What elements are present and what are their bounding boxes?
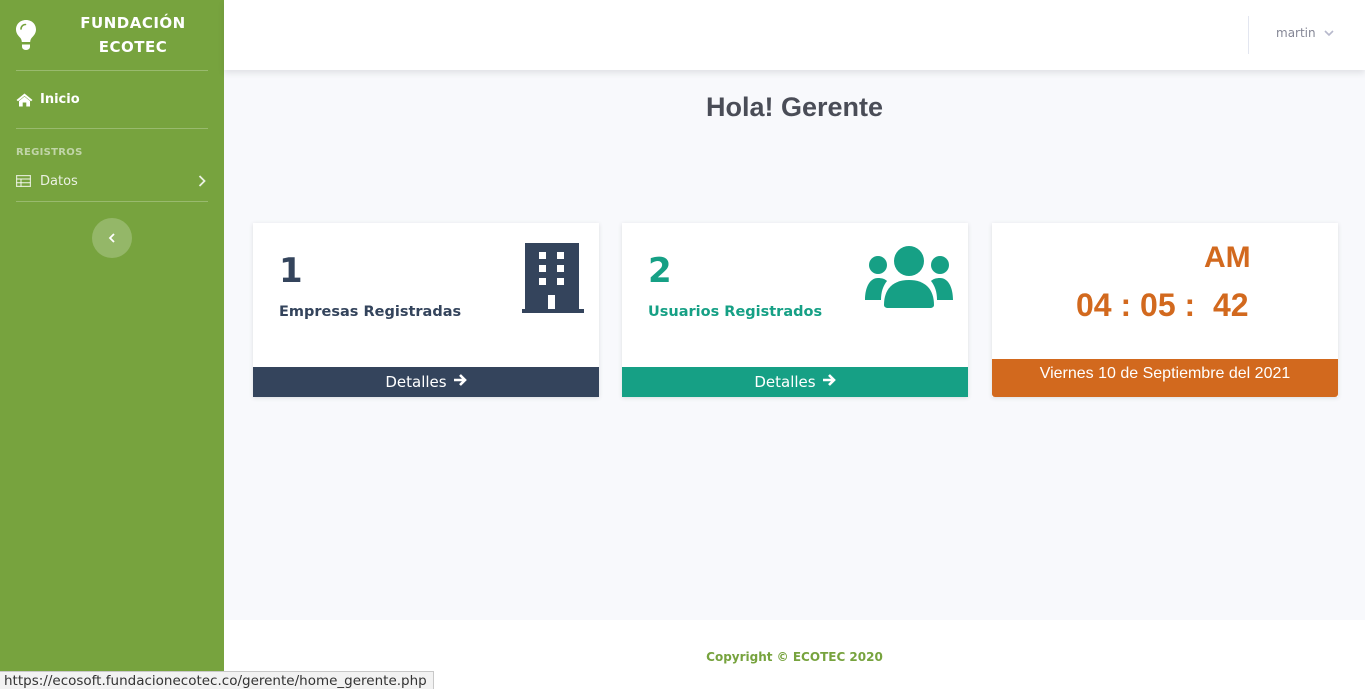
page-title: Hola! Gerente [705,92,884,122]
sidebar-item-label: Datos [40,173,78,189]
brand-line-2: ECOTEC [98,38,168,56]
usuarios-count: 2 [648,251,672,291]
sidebar-toggle-wrap [0,202,224,258]
user-dropdown[interactable]: martin [1276,26,1334,40]
table-icon [16,175,34,187]
lightbulb-icon [12,17,40,53]
empresas-details-button[interactable]: Detalles [253,367,599,397]
clock-time: 04 : 05 : 42 [1076,287,1249,323]
sidebar: FUNDACIÓN ECOTEC Inicio REGISTROS Datos [0,0,224,689]
topbar-divider [1248,16,1249,54]
brand-name: FUNDACIÓN ECOTEC [40,11,224,59]
empresas-label: Empresas Registradas [279,304,462,320]
arrow-right-icon [822,373,836,391]
empresas-card: 1 Empresas Registradas Detalles [253,223,599,397]
empresas-count: 1 [279,251,303,291]
topbar: martin [224,0,1365,70]
users-icon [864,245,954,313]
chevron-left-icon [108,233,115,243]
details-label: Detalles [754,373,816,391]
clock-date: Viernes 10 de Septiembre del 2021 [992,359,1338,397]
clock-ampm: AM [1204,241,1251,274]
sidebar-heading: REGISTROS [16,147,83,158]
sidebar-item-datos[interactable]: Datos [0,161,224,201]
usuarios-card: 2 Usuarios Registrados Detalles [622,223,968,397]
brand[interactable]: FUNDACIÓN ECOTEC [0,0,224,70]
arrow-right-icon [453,373,467,391]
chevron-down-icon [1324,26,1334,40]
sidebar-toggle-button[interactable] [92,218,132,258]
sidebar-item-label: Inicio [40,92,80,107]
building-icon [522,243,584,317]
home-icon [16,93,34,107]
chevron-right-icon [198,175,206,187]
clock-card: AM 04 : 05 : 42 Viernes 10 de Septiembre… [992,223,1338,397]
copyright: Copyright © ECOTEC 2020 [706,650,883,664]
sidebar-item-inicio[interactable]: Inicio [0,71,224,128]
details-label: Detalles [385,373,447,391]
username: martin [1276,26,1316,40]
brand-line-1: FUNDACIÓN [80,14,186,32]
usuarios-details-button[interactable]: Detalles [622,367,968,397]
status-bar-url: https://ecosoft.fundacionecotec.co/geren… [0,671,434,689]
usuarios-label: Usuarios Registrados [648,304,823,320]
